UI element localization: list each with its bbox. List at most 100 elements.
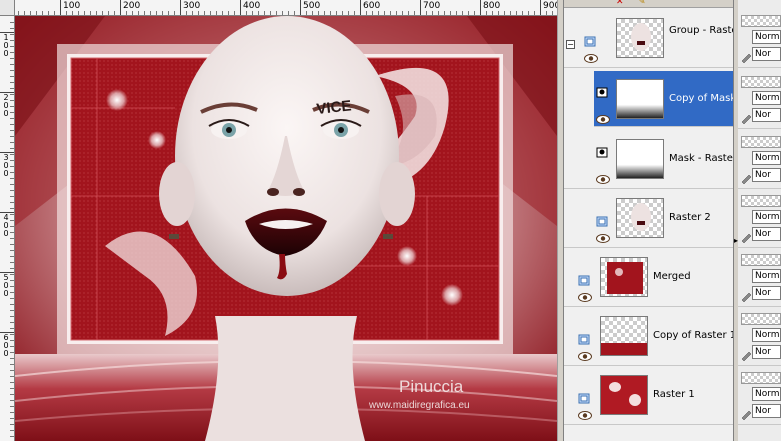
visibility-eye-icon[interactable]: [584, 48, 598, 63]
ruler-minor-tick: [10, 370, 14, 371]
ruler-minor-tick: [10, 400, 14, 401]
visibility-eye-icon[interactable]: [578, 287, 592, 302]
layer-row[interactable]: − Group - Raster 2: [564, 10, 751, 68]
ruler-minor-tick: [390, 11, 391, 15]
blend-mode-dropdown[interactable]: Nor: [752, 168, 781, 182]
ruler-minor-tick: [10, 220, 14, 221]
ruler-minor-tick: [474, 11, 475, 15]
layer-name[interactable]: Copy of Raster 1: [651, 329, 738, 342]
ruler-label: 400: [243, 1, 261, 11]
ruler-minor-tick: [282, 11, 283, 15]
visibility-eye-icon[interactable]: [596, 109, 610, 124]
blend-mode-dropdown[interactable]: Nor: [752, 286, 781, 300]
ruler-minor-tick: [10, 118, 14, 119]
ruler-label: 300: [183, 1, 201, 11]
ruler-minor-tick: [10, 358, 14, 359]
blend-mode-dropdown[interactable]: Norma: [752, 269, 781, 283]
visibility-eye-icon[interactable]: [578, 405, 592, 420]
opacity-slider[interactable]: [741, 313, 781, 325]
image-canvas[interactable]: VICE Pinuccia www.maidiregrafica.eu: [15, 16, 557, 441]
opacity-slider[interactable]: [741, 15, 781, 27]
opacity-slider[interactable]: [741, 136, 781, 148]
layer-name[interactable]: Raster 2: [667, 211, 713, 224]
layer-row[interactable]: Copy of Mask: [594, 71, 739, 127]
blend-mode-dropdown[interactable]: Nor: [752, 108, 781, 122]
edit-lock-icon[interactable]: [740, 346, 752, 362]
edit-lock-icon[interactable]: [740, 169, 752, 185]
ruler-minor-tick: [10, 364, 14, 365]
ruler-minor-tick: [504, 11, 505, 15]
ruler-minor-tick: [10, 34, 14, 35]
ruler-minor-tick: [10, 190, 14, 191]
ruler-minor-tick: [168, 11, 169, 15]
layer-row[interactable]: Raster 2: [564, 190, 734, 248]
opacity-slider[interactable]: [741, 372, 781, 384]
ruler-minor-tick: [48, 11, 49, 15]
ruler-minor-tick: [336, 11, 337, 15]
blend-mode-dropdown[interactable]: Norma: [752, 328, 781, 342]
ruler-major-tick: [60, 0, 61, 15]
blend-mode-dropdown[interactable]: Nor: [752, 47, 781, 61]
raster-layer-icon: [578, 271, 590, 286]
ruler-minor-tick: [18, 11, 19, 15]
layer-row[interactable]: Copy of Raster 1: [564, 308, 736, 366]
collapse-group-icon[interactable]: −: [566, 40, 575, 49]
ruler-label: 0: [3, 289, 9, 298]
ruler-minor-tick: [264, 11, 265, 15]
ruler-minor-tick: [384, 11, 385, 15]
layer-row[interactable]: Mask - Raster: [564, 131, 737, 189]
ruler-minor-tick: [10, 292, 14, 293]
opacity-slider[interactable]: [741, 76, 781, 88]
blend-mode-dropdown[interactable]: Nor: [752, 227, 781, 241]
layer-thumbnail: [616, 139, 664, 179]
ruler-minor-tick: [10, 40, 14, 41]
blend-mode-dropdown[interactable]: Nor: [752, 345, 781, 359]
brush-icon[interactable]: ✎: [638, 0, 646, 7]
edit-lock-icon[interactable]: [740, 109, 752, 125]
layer-name[interactable]: Mask - Raster: [667, 152, 739, 165]
ruler-minor-tick: [204, 11, 205, 15]
blend-mode-dropdown[interactable]: Norma: [752, 30, 781, 44]
ruler-label: 900: [543, 1, 557, 11]
ruler-minor-tick: [156, 11, 157, 15]
ruler-major-tick: [480, 0, 481, 15]
edit-lock-icon[interactable]: [740, 287, 752, 303]
ruler-minor-tick: [10, 340, 14, 341]
layer-name[interactable]: Merged: [651, 270, 693, 283]
edit-lock-icon[interactable]: [740, 228, 752, 244]
opacity-slider[interactable]: [741, 195, 781, 207]
blend-mode-dropdown[interactable]: Nor: [752, 404, 781, 418]
group-layer-icon: [584, 32, 596, 47]
blend-mode-dropdown[interactable]: Norma: [752, 210, 781, 224]
opacity-slider[interactable]: [741, 254, 781, 266]
ruler-minor-tick: [10, 334, 14, 335]
ruler-minor-tick: [66, 11, 67, 15]
edit-lock-icon[interactable]: [740, 405, 752, 421]
layer-name[interactable]: Raster 1: [651, 388, 697, 401]
delete-layer-icon[interactable]: ✕: [616, 0, 624, 7]
ruler-minor-tick: [10, 424, 14, 425]
ruler-minor-tick: [10, 394, 14, 395]
layer-row[interactable]: Raster 1: [564, 367, 734, 425]
ruler-minor-tick: [10, 184, 14, 185]
ruler-minor-tick: [174, 11, 175, 15]
blend-mode-dropdown[interactable]: Norma: [752, 387, 781, 401]
visibility-eye-icon[interactable]: [596, 169, 610, 184]
ruler-minor-tick: [144, 11, 145, 15]
ruler-minor-tick: [10, 238, 14, 239]
visibility-eye-icon[interactable]: [596, 228, 610, 243]
ruler-minor-tick: [486, 11, 487, 15]
ruler-minor-tick: [234, 11, 235, 15]
ruler-minor-tick: [354, 11, 355, 15]
ruler-minor-tick: [10, 232, 14, 233]
blend-mode-dropdown[interactable]: Norma: [752, 91, 781, 105]
ruler-minor-tick: [276, 11, 277, 15]
edit-lock-icon[interactable]: [740, 48, 752, 64]
layer-name[interactable]: Copy of Mask: [667, 92, 739, 105]
layer-row[interactable]: Merged: [564, 249, 734, 307]
layer-props-row: Norma Nor: [738, 308, 781, 366]
ruler-minor-tick: [10, 412, 14, 413]
visibility-eye-icon[interactable]: [578, 346, 592, 361]
blend-mode-dropdown[interactable]: Norma: [752, 151, 781, 165]
ruler-minor-tick: [516, 11, 517, 15]
